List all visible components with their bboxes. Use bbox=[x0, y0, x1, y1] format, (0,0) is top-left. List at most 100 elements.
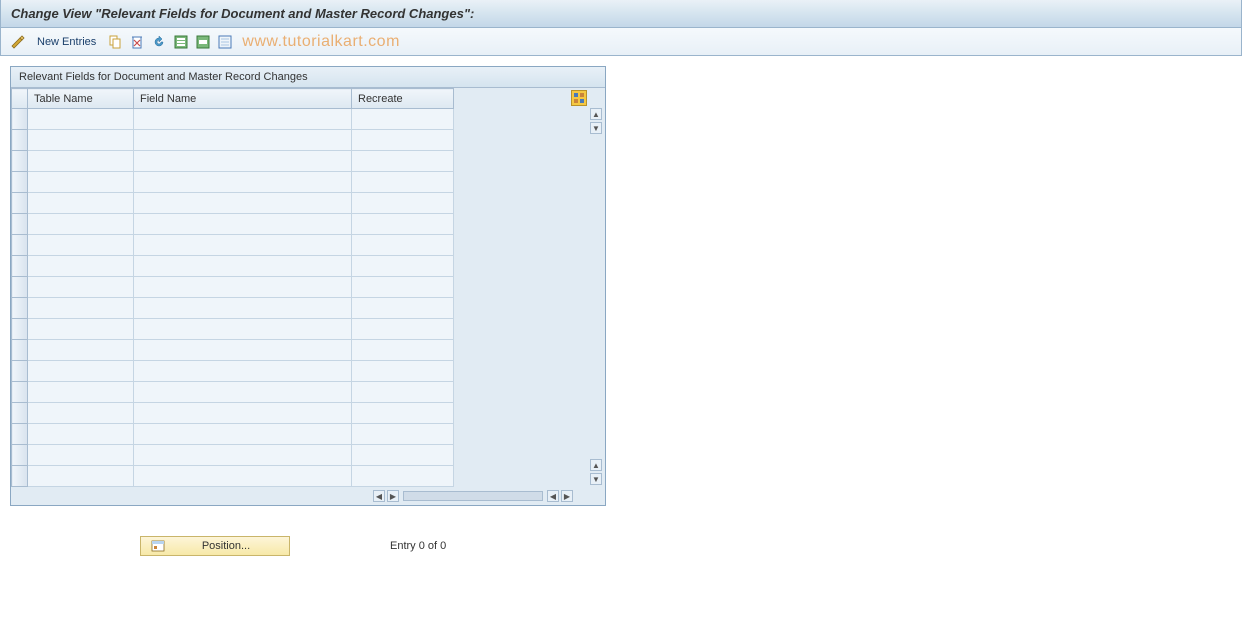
corner-cell bbox=[12, 89, 28, 109]
cell-table_name[interactable] bbox=[28, 130, 134, 151]
cell-recreate[interactable] bbox=[352, 361, 454, 382]
cell-recreate[interactable] bbox=[352, 130, 454, 151]
table-row bbox=[12, 298, 454, 319]
row-selector[interactable] bbox=[12, 403, 28, 424]
cell-table_name[interactable] bbox=[28, 214, 134, 235]
row-selector[interactable] bbox=[12, 109, 28, 130]
cell-table_name[interactable] bbox=[28, 361, 134, 382]
cell-field_name[interactable] bbox=[134, 424, 352, 445]
cell-field_name[interactable] bbox=[134, 298, 352, 319]
row-selector[interactable] bbox=[12, 256, 28, 277]
cell-field_name[interactable] bbox=[134, 256, 352, 277]
row-selector[interactable] bbox=[12, 361, 28, 382]
toggle-display-icon[interactable] bbox=[9, 33, 27, 51]
scroll-up2-icon[interactable]: ▲ bbox=[590, 459, 602, 471]
deselect-all-icon[interactable] bbox=[216, 33, 234, 51]
hscroll-left-icon[interactable]: ◀ bbox=[373, 490, 385, 502]
scroll-down2-icon[interactable]: ▼ bbox=[590, 473, 602, 485]
cell-field_name[interactable] bbox=[134, 445, 352, 466]
cell-table_name[interactable] bbox=[28, 424, 134, 445]
cell-table_name[interactable] bbox=[28, 172, 134, 193]
cell-field_name[interactable] bbox=[134, 466, 352, 487]
scroll-down-icon[interactable]: ▼ bbox=[590, 122, 602, 134]
hscroll-right-icon[interactable]: ▶ bbox=[387, 490, 399, 502]
row-selector[interactable] bbox=[12, 172, 28, 193]
cell-field_name[interactable] bbox=[134, 151, 352, 172]
col-recreate[interactable]: Recreate bbox=[352, 89, 454, 109]
hscroll-bar[interactable] bbox=[403, 491, 543, 501]
cell-table_name[interactable] bbox=[28, 109, 134, 130]
cell-field_name[interactable] bbox=[134, 319, 352, 340]
row-selector[interactable] bbox=[12, 277, 28, 298]
cell-recreate[interactable] bbox=[352, 151, 454, 172]
cell-field_name[interactable] bbox=[134, 340, 352, 361]
cell-field_name[interactable] bbox=[134, 277, 352, 298]
cell-field_name[interactable] bbox=[134, 403, 352, 424]
cell-field_name[interactable] bbox=[134, 214, 352, 235]
row-selector[interactable] bbox=[12, 382, 28, 403]
table-settings-icon[interactable] bbox=[571, 90, 587, 106]
position-button[interactable]: Position... bbox=[140, 536, 290, 556]
undo-icon[interactable] bbox=[150, 33, 168, 51]
row-selector[interactable] bbox=[12, 340, 28, 361]
cell-table_name[interactable] bbox=[28, 298, 134, 319]
cell-table_name[interactable] bbox=[28, 277, 134, 298]
copy-icon[interactable] bbox=[106, 33, 124, 51]
cell-recreate[interactable] bbox=[352, 466, 454, 487]
cell-recreate[interactable] bbox=[352, 319, 454, 340]
cell-recreate[interactable] bbox=[352, 298, 454, 319]
row-selector[interactable] bbox=[12, 298, 28, 319]
delete-icon[interactable] bbox=[128, 33, 146, 51]
table-row bbox=[12, 109, 454, 130]
row-selector[interactable] bbox=[12, 130, 28, 151]
hscroll-right2-icon[interactable]: ▶ bbox=[561, 490, 573, 502]
cell-table_name[interactable] bbox=[28, 403, 134, 424]
row-selector[interactable] bbox=[12, 466, 28, 487]
select-all-icon[interactable] bbox=[172, 33, 190, 51]
cell-recreate[interactable] bbox=[352, 256, 454, 277]
cell-field_name[interactable] bbox=[134, 130, 352, 151]
cell-recreate[interactable] bbox=[352, 193, 454, 214]
cell-field_name[interactable] bbox=[134, 109, 352, 130]
col-table-name[interactable]: Table Name bbox=[28, 89, 134, 109]
cell-table_name[interactable] bbox=[28, 466, 134, 487]
cell-table_name[interactable] bbox=[28, 340, 134, 361]
cell-recreate[interactable] bbox=[352, 403, 454, 424]
row-selector[interactable] bbox=[12, 235, 28, 256]
scroll-up-icon[interactable]: ▲ bbox=[590, 108, 602, 120]
cell-recreate[interactable] bbox=[352, 340, 454, 361]
cell-table_name[interactable] bbox=[28, 193, 134, 214]
cell-recreate[interactable] bbox=[352, 382, 454, 403]
cell-recreate[interactable] bbox=[352, 445, 454, 466]
entry-count: Entry 0 of 0 bbox=[390, 540, 446, 552]
cell-field_name[interactable] bbox=[134, 193, 352, 214]
cell-table_name[interactable] bbox=[28, 319, 134, 340]
row-selector[interactable] bbox=[12, 214, 28, 235]
cell-field_name[interactable] bbox=[134, 382, 352, 403]
cell-table_name[interactable] bbox=[28, 151, 134, 172]
cell-table_name[interactable] bbox=[28, 382, 134, 403]
row-selector[interactable] bbox=[12, 193, 28, 214]
cell-recreate[interactable] bbox=[352, 109, 454, 130]
hscroll-left2-icon[interactable]: ◀ bbox=[547, 490, 559, 502]
cell-field_name[interactable] bbox=[134, 235, 352, 256]
cell-table_name[interactable] bbox=[28, 445, 134, 466]
cell-recreate[interactable] bbox=[352, 172, 454, 193]
row-selector[interactable] bbox=[12, 151, 28, 172]
select-block-icon[interactable] bbox=[194, 33, 212, 51]
cell-recreate[interactable] bbox=[352, 214, 454, 235]
cell-recreate[interactable] bbox=[352, 424, 454, 445]
col-field-name[interactable]: Field Name bbox=[134, 89, 352, 109]
row-selector[interactable] bbox=[12, 445, 28, 466]
cell-table_name[interactable] bbox=[28, 256, 134, 277]
new-entries-button[interactable]: New Entries bbox=[37, 36, 96, 48]
cell-table_name[interactable] bbox=[28, 235, 134, 256]
cell-field_name[interactable] bbox=[134, 361, 352, 382]
cell-recreate[interactable] bbox=[352, 235, 454, 256]
row-selector[interactable] bbox=[12, 424, 28, 445]
cell-recreate[interactable] bbox=[352, 277, 454, 298]
vertical-scrollbar[interactable]: ▲ ▼ ▲ ▼ bbox=[589, 108, 603, 485]
cell-field_name[interactable] bbox=[134, 172, 352, 193]
row-selector[interactable] bbox=[12, 319, 28, 340]
table-row bbox=[12, 256, 454, 277]
